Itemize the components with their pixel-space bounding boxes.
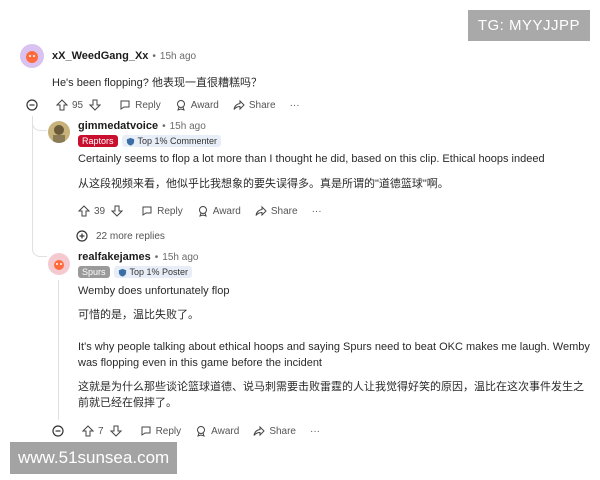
vote-count: 39 [94,205,106,217]
badge-label: Top 1% Commenter [137,136,218,146]
separator-dot: • [162,120,166,132]
reply-label: Reply [155,425,182,437]
comment-text-translation: 前就已经在假摔了。 [78,397,177,409]
collapse-icon [26,99,38,111]
reply-label: Reply [135,99,161,111]
comment-text-translation: 从这段视频来看，他似乎比我想象的要失误得多。真是所谓的"道德篮球"啊。 [78,178,449,190]
comment-text-translation: 可惜的是，温比失败了。 [78,309,199,321]
upvote-icon [56,99,68,111]
reply-icon [142,206,152,216]
reply-label: Reply [157,205,183,217]
reply-icon [120,100,130,110]
comment-actions: 7 Reply Award Share ··· [52,422,334,440]
share-button[interactable]: Share [253,425,296,437]
award-icon [198,206,207,217]
collapse-icon [52,425,64,437]
comment-actions: 39 Reply Award Share ··· [78,202,336,220]
award-label: Award [211,425,240,437]
downvote-icon[interactable] [111,205,124,217]
share-button[interactable]: Share [255,205,298,217]
award-label: Award [190,99,219,111]
award-button[interactable]: Award [175,99,219,111]
upvote-icon [82,425,94,437]
upvote-icon [78,205,90,217]
downvote-icon[interactable] [89,99,102,111]
shield-icon [126,137,134,146]
watermark-top: TG: MYYJJPP [467,10,590,41]
share-button[interactable]: Share [233,99,276,111]
reply-button[interactable]: Reply [141,205,183,217]
share-icon [233,99,245,111]
comment-text: was flopping even in this game before th… [78,357,322,369]
comment-text: Wemby does unfortunately flop [78,285,230,297]
avatar[interactable] [48,121,70,143]
collapse-button[interactable] [52,425,68,437]
avatar[interactable] [48,253,70,275]
username[interactable]: realfakejames [78,251,151,263]
separator-dot: • [154,251,159,263]
collapse-button[interactable] [26,99,42,111]
comment-text: It's why people talking about ethical ho… [78,341,590,353]
username[interactable]: xX_WeedGang_Xx [52,50,148,62]
share-icon [253,425,266,437]
share-icon [255,205,267,217]
thread-connector [32,236,47,257]
reply-icon [141,426,151,436]
award-button[interactable]: Award [195,425,239,437]
upvote-button[interactable]: 95 [56,99,105,111]
comment-actions: 95 Reply Award Share ··· [26,96,314,114]
thread-line [58,280,59,420]
thread-line [32,116,33,236]
comment-text: He's been flopping? 他表现一直很糟糕吗？ [52,77,262,89]
reply-button[interactable]: Reply [119,99,161,111]
more-options-button[interactable]: ··· [290,100,300,111]
watermark-bottom: www.51sunsea.com [10,442,178,474]
top-commenter-badge: Top 1% Commenter [121,135,222,147]
award-label: Award [212,205,241,217]
award-icon [197,426,206,437]
separator-dot: • [152,50,156,62]
more-options-button[interactable]: ··· [312,206,322,217]
upvote-button[interactable]: 39 [78,205,127,217]
comment-age: 15h ago [169,120,206,132]
shield-icon [118,268,126,277]
share-label: Share [270,205,298,217]
upvote-button[interactable]: 7 [82,425,126,437]
more-replies-label: 22 more replies [96,230,165,242]
thread-connector [32,118,47,131]
top-poster-badge: Top 1% Poster [113,266,193,278]
badge-label: Top 1% Poster [129,267,189,277]
vote-count: 7 [98,425,104,437]
award-icon [176,100,185,111]
vote-count: 95 [72,99,84,111]
plus-circle-icon [76,230,88,242]
avatar[interactable] [20,44,44,68]
comment-text: Certainly seems to flop a lot more than … [78,153,545,165]
comment-age: 15h ago [162,251,199,263]
user-flair: Spurs [78,266,110,278]
share-label: Share [248,99,276,111]
more-replies-link[interactable]: 22 more replies [76,230,165,242]
award-button[interactable]: Award [197,205,241,217]
more-options-button[interactable]: ··· [310,426,320,437]
username[interactable]: gimmedatvoice [78,120,158,132]
comment-text-translation: 这就是为什么那些谈论篮球道德、说马刺需要击败雷霆的人让我觉得好笑的原因，温比在这… [78,381,584,393]
share-label: Share [269,425,296,437]
downvote-icon[interactable] [109,425,122,437]
comment-age: 15h ago [159,50,197,62]
user-flair: Raptors [78,135,118,147]
reply-button[interactable]: Reply [140,425,182,437]
